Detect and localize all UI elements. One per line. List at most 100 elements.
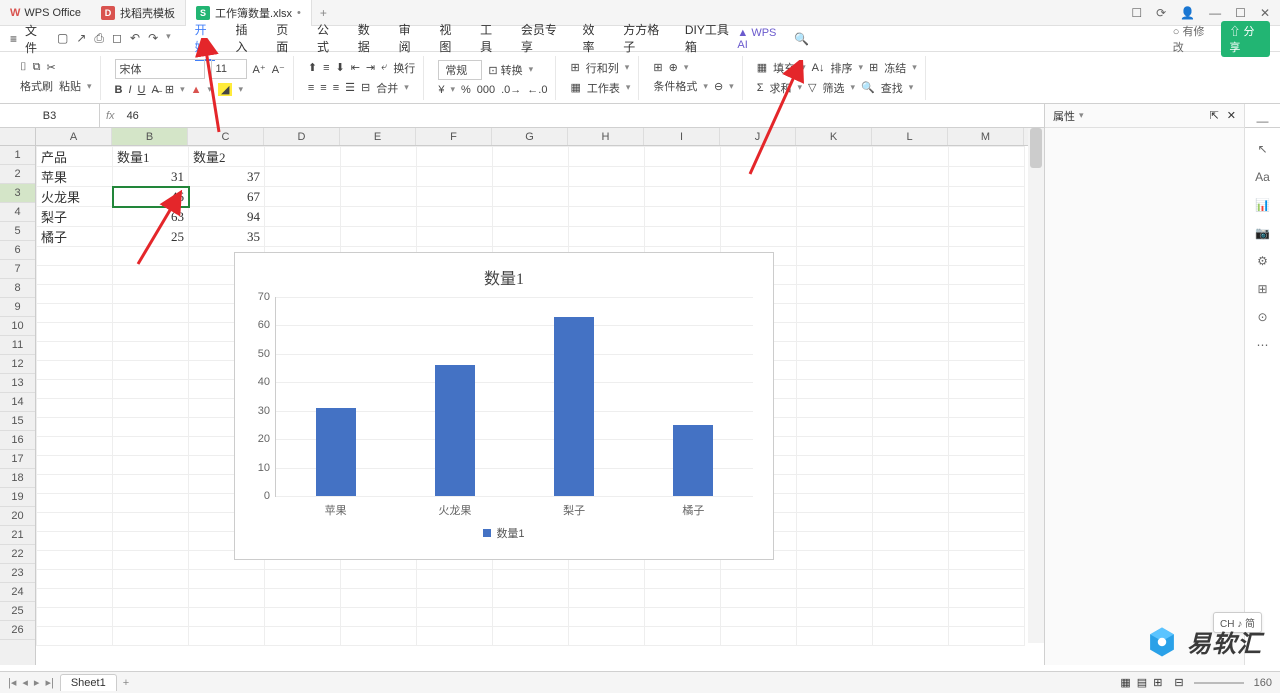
font-color-icon[interactable]: ▲ bbox=[191, 84, 202, 96]
cell[interactable] bbox=[569, 167, 645, 187]
column-header[interactable]: A bbox=[36, 128, 112, 145]
row-header[interactable]: 12 bbox=[0, 355, 35, 374]
indent-dec-icon[interactable]: ⇤ bbox=[351, 61, 360, 74]
cell[interactable] bbox=[341, 207, 417, 227]
cell[interactable] bbox=[797, 342, 873, 361]
toolbar-collapse-icon[interactable]: — bbox=[1257, 114, 1269, 128]
cell[interactable] bbox=[721, 207, 797, 227]
align-middle-icon[interactable]: ≡ bbox=[323, 62, 329, 74]
cell[interactable] bbox=[569, 589, 645, 608]
wrap-label[interactable]: 换行 bbox=[393, 60, 415, 76]
cell[interactable]: 46 bbox=[113, 187, 189, 207]
cell[interactable] bbox=[797, 627, 873, 646]
cell[interactable] bbox=[341, 227, 417, 247]
cell[interactable]: 火龙果 bbox=[37, 187, 113, 207]
freeze-icon[interactable]: ⊞ bbox=[869, 61, 878, 74]
cell[interactable] bbox=[265, 207, 341, 227]
sheet-nav-next-icon[interactable]: ▸ bbox=[34, 676, 40, 689]
column-header[interactable]: C bbox=[188, 128, 264, 145]
row-header[interactable]: 13 bbox=[0, 374, 35, 393]
formula-input[interactable]: 46 bbox=[121, 110, 145, 122]
cell[interactable]: 67 bbox=[189, 187, 265, 207]
number-format-select[interactable]: 常规 bbox=[438, 60, 482, 80]
cell[interactable] bbox=[873, 399, 949, 418]
cell[interactable] bbox=[797, 437, 873, 456]
cell[interactable] bbox=[113, 247, 189, 266]
add-sheet-icon[interactable]: + bbox=[123, 677, 129, 689]
cell[interactable] bbox=[113, 304, 189, 323]
cell[interactable]: 37 bbox=[189, 167, 265, 187]
cell[interactable] bbox=[721, 227, 797, 247]
sum-label[interactable]: 求和 bbox=[770, 80, 792, 96]
row-header[interactable]: 5 bbox=[0, 222, 35, 241]
window-button[interactable]: ☐ bbox=[1131, 6, 1142, 20]
column-header[interactable]: D bbox=[264, 128, 340, 145]
file-menu[interactable]: 文件 bbox=[25, 22, 47, 56]
cell[interactable] bbox=[113, 323, 189, 342]
column-header[interactable]: I bbox=[644, 128, 720, 145]
cell[interactable] bbox=[873, 147, 949, 167]
column-header[interactable]: G bbox=[492, 128, 568, 145]
ribbon-tab[interactable]: 视图 bbox=[439, 17, 460, 61]
format-painter-icon[interactable]: ⌷ bbox=[20, 61, 27, 74]
fill-icon[interactable]: ▦ bbox=[757, 61, 767, 74]
cell[interactable] bbox=[949, 418, 1025, 437]
cell[interactable] bbox=[341, 147, 417, 167]
cell[interactable] bbox=[341, 167, 417, 187]
cell[interactable] bbox=[949, 207, 1025, 227]
cell[interactable]: 35 bbox=[189, 227, 265, 247]
window-button[interactable]: ☐ bbox=[1235, 6, 1246, 20]
row-header[interactable]: 19 bbox=[0, 488, 35, 507]
cell[interactable] bbox=[797, 456, 873, 475]
rowcol-label[interactable]: 行和列 bbox=[586, 60, 619, 76]
redo-icon[interactable]: ↷ bbox=[148, 31, 158, 46]
cell[interactable] bbox=[873, 437, 949, 456]
ribbon-tab[interactable]: 审阅 bbox=[399, 17, 420, 61]
cell[interactable] bbox=[265, 147, 341, 167]
font-size-select[interactable]: 11 bbox=[211, 59, 247, 79]
cell[interactable] bbox=[949, 608, 1025, 627]
window-button[interactable]: — bbox=[1209, 6, 1221, 20]
cell[interactable] bbox=[873, 342, 949, 361]
row-header[interactable]: 21 bbox=[0, 526, 35, 545]
cell[interactable] bbox=[645, 608, 721, 627]
ribbon-tab[interactable]: 工具 bbox=[480, 17, 501, 61]
select-icon[interactable]: ↖ bbox=[1257, 142, 1267, 156]
cell[interactable] bbox=[645, 207, 721, 227]
zoom-out-icon[interactable]: ⊟ bbox=[1174, 676, 1183, 689]
ribbon-tab[interactable]: 效率 bbox=[582, 17, 603, 61]
row-header[interactable]: 1 bbox=[0, 146, 35, 165]
column-header[interactable]: F bbox=[416, 128, 492, 145]
cell[interactable] bbox=[949, 304, 1025, 323]
sum-icon[interactable]: Σ bbox=[757, 82, 764, 94]
align-center-icon[interactable]: ≡ bbox=[320, 82, 326, 94]
percent-icon[interactable]: % bbox=[461, 84, 471, 96]
cell[interactable] bbox=[645, 570, 721, 589]
cell[interactable] bbox=[873, 418, 949, 437]
format-painter-label[interactable]: 格式刷 bbox=[20, 78, 53, 94]
ribbon-tab[interactable]: 数据 bbox=[358, 17, 379, 61]
open-icon[interactable]: ↗ bbox=[76, 31, 86, 46]
cell[interactable] bbox=[949, 475, 1025, 494]
cell[interactable] bbox=[113, 494, 189, 513]
cell[interactable] bbox=[645, 147, 721, 167]
cell[interactable] bbox=[797, 418, 873, 437]
cell[interactable] bbox=[873, 207, 949, 227]
align-top-icon[interactable]: ⬆ bbox=[308, 61, 317, 74]
font-name-select[interactable]: 宋体 bbox=[115, 59, 205, 79]
cell[interactable]: 数量1 bbox=[113, 147, 189, 167]
cell[interactable] bbox=[37, 399, 113, 418]
cell[interactable] bbox=[37, 361, 113, 380]
decrease-font-icon[interactable]: A⁻ bbox=[272, 63, 285, 76]
cell[interactable] bbox=[113, 380, 189, 399]
cell[interactable] bbox=[113, 418, 189, 437]
sheet-tab[interactable]: Sheet1 bbox=[60, 674, 117, 691]
cell[interactable] bbox=[37, 266, 113, 285]
cell[interactable] bbox=[873, 627, 949, 646]
cell[interactable] bbox=[873, 475, 949, 494]
view-normal-icon[interactable]: ▦ bbox=[1120, 676, 1130, 689]
cell[interactable] bbox=[417, 608, 493, 627]
document-tab[interactable]: D找稻壳模板 bbox=[91, 0, 186, 26]
cell[interactable] bbox=[873, 187, 949, 207]
cell[interactable] bbox=[265, 608, 341, 627]
